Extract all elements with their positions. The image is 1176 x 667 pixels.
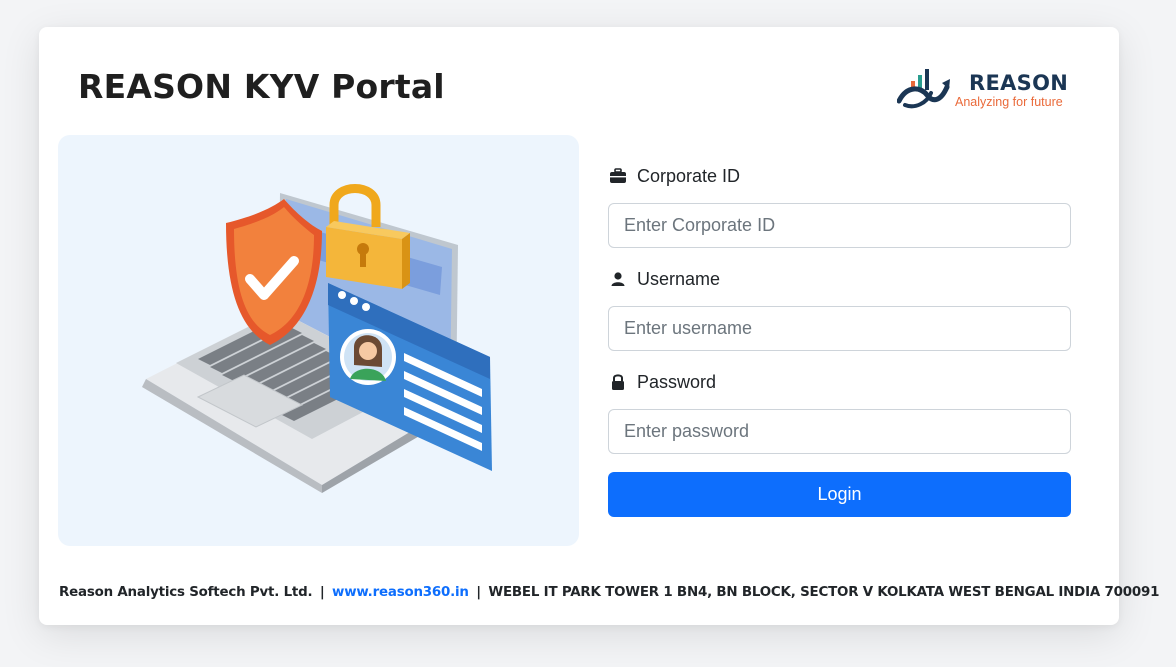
login-button[interactable]: Login [608,472,1071,517]
username-input[interactable] [608,306,1071,351]
security-illustration [58,135,579,546]
login-card: REASON KYV Portal REASON Analyzing for f… [39,27,1159,625]
lock-icon [608,372,628,392]
corporate-id-label: Corporate ID [608,163,1071,189]
footer: Reason Analytics Softech Pvt. Ltd. | www… [59,585,1159,600]
footer-website-link[interactable]: www.reason360.in [332,585,469,600]
corporate-id-label-text: Corporate ID [637,165,741,186]
password-label-text: Password [637,371,717,392]
footer-company: Reason Analytics Softech Pvt. Ltd. [59,585,313,600]
padlock-icon [326,184,410,289]
page-title: REASON KYV Portal [78,67,445,106]
password-input[interactable] [608,409,1071,454]
reason-logo-icon [897,69,950,109]
login-form: Corporate ID Username Password Login [608,163,1071,517]
brand-logo: REASON Analyzing for future [897,65,1077,115]
username-label: Username [608,266,1071,292]
password-label: Password [608,369,1071,395]
brand-name: REASON [969,71,1069,95]
footer-address: WEBEL IT PARK TOWER 1 BN4, BN BLOCK, SEC… [488,585,1160,600]
footer-separator: | [476,585,481,600]
footer-separator: | [319,585,325,600]
user-icon [608,269,628,289]
brand-tagline: Analyzing for future [955,95,1063,109]
corporate-id-input[interactable] [608,203,1071,248]
username-label-text: Username [637,268,721,289]
briefcase-icon [608,166,628,186]
